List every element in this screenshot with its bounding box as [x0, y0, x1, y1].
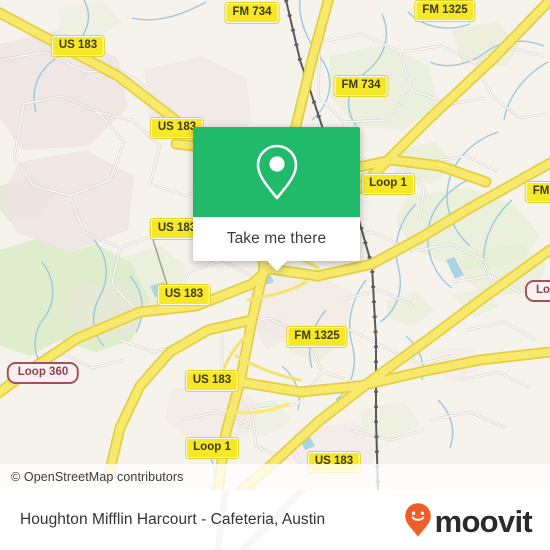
place-title: Houghton Mifflin Harcourt - Cafeteria, A…	[20, 511, 326, 528]
road-shield: FM 1325	[414, 0, 476, 22]
road-shield: FM	[524, 181, 550, 203]
map-canvas[interactable]: FM 734 FM 1325 US 183 FM 734 US 183 Loop 1 FM U…	[0, 0, 550, 490]
moovit-wordmark: moovit	[434, 503, 533, 539]
road-shield: US 183	[50, 35, 106, 57]
footer-content: Houghton Mifflin Harcourt - Cafeteria, A…	[0, 490, 550, 550]
road-shield: FM 734	[333, 75, 389, 97]
road-shield: FM 1325	[286, 326, 348, 348]
road-shield: Loop 1	[361, 173, 415, 195]
location-popup-card[interactable]: Take me there	[193, 127, 360, 271]
road-shield: FM 734	[224, 2, 280, 24]
moovit-logo[interactable]: moovit	[404, 502, 550, 538]
map-screenshot: FM 734 FM 1325 US 183 FM 734 US 183 Loop 1 FM U…	[0, 0, 550, 550]
popup-card-footer[interactable]: Take me there	[193, 217, 360, 271]
page-footer: Houghton Mifflin Harcourt - Cafeteria, A…	[0, 490, 550, 550]
attribution-text[interactable]: © OpenStreetMap contributors	[0, 470, 184, 484]
road-shield: Loop 360	[6, 362, 80, 384]
road-shield: Lo	[524, 280, 550, 302]
road-shield: US 183	[184, 370, 240, 392]
popup-card-header	[193, 127, 360, 217]
take-me-there-button[interactable]: Take me there	[227, 230, 327, 248]
map-pin-icon	[256, 144, 297, 200]
moovit-smiley-pin-icon	[404, 503, 431, 537]
road-shield: Loop 1	[185, 437, 239, 459]
map-attribution-bar: © OpenStreetMap contributors	[0, 464, 550, 490]
road-shield: US 183	[156, 284, 212, 306]
popup-card-tail	[266, 261, 287, 271]
